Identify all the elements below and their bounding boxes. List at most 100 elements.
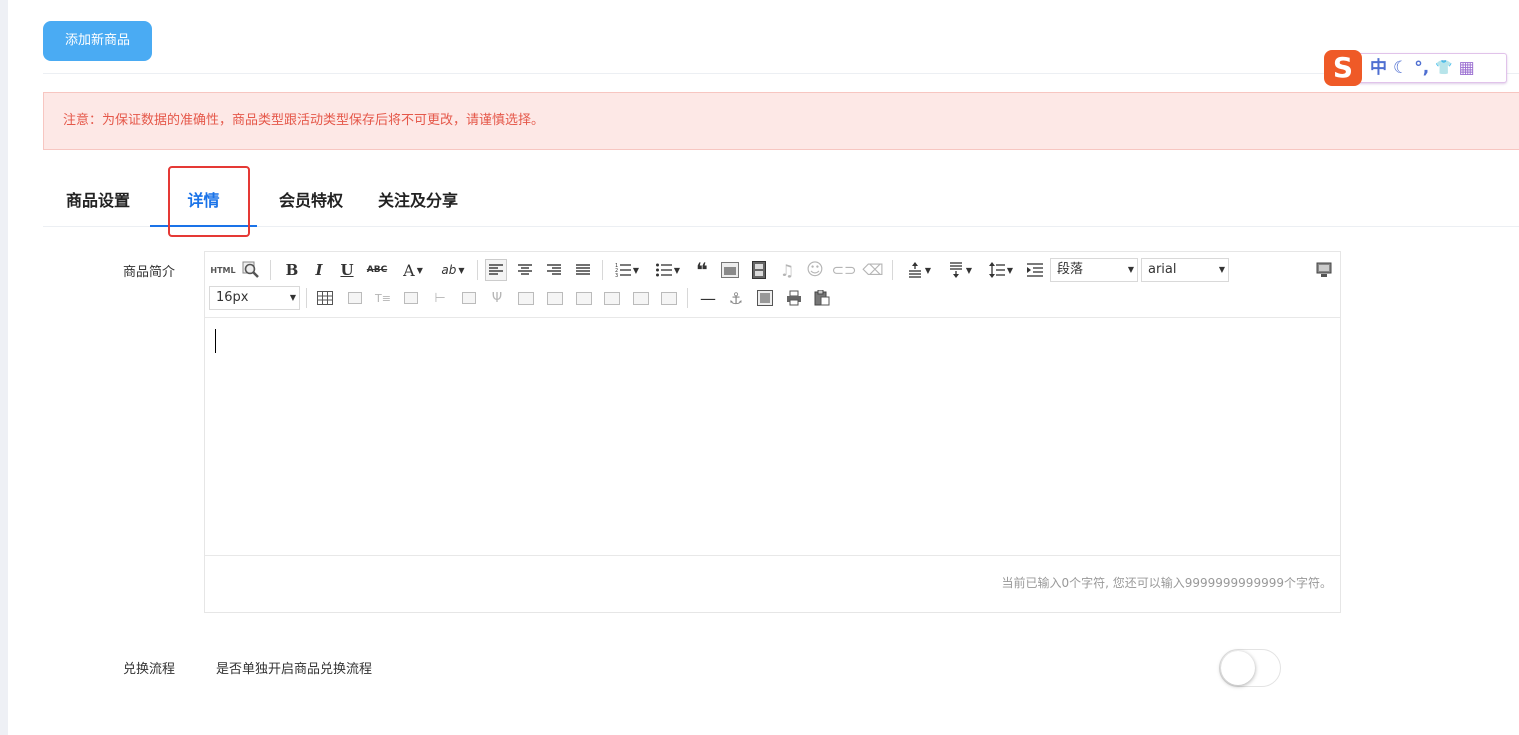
exchange-description: 是否单独开启商品兑换流程 [216,662,373,677]
chevron-down-icon: ▼ [1218,265,1225,274]
delete-table-icon[interactable] [344,287,366,309]
insert-column-icon[interactable] [458,287,480,309]
notice-banner: 注意：为保证数据的准确性，商品类型跟活动类型保存后将不可更改，请谨慎选择。 [43,92,1519,150]
rich-text-editor: HTML B I U ABC A ▼ ab ▼ 1 2 3 ▼ ▼ ❝ ♫ ☺ … [204,251,1341,613]
align-left-icon[interactable] [485,259,507,281]
html-source-icon[interactable]: HTML [210,259,235,281]
delete-column-icon[interactable]: Ψ [486,287,508,309]
emotion-icon[interactable]: ☺ [804,259,826,281]
anchor-icon[interactable]: ⚓ [725,287,747,309]
table-glyph-icon [462,292,476,304]
align-right-icon[interactable] [543,259,565,281]
bold-icon[interactable]: B [282,259,302,281]
editor-toolbar: HTML B I U ABC A ▼ ab ▼ 1 2 3 ▼ ▼ ❝ ♫ ☺ … [205,252,1340,318]
toolbar-separator [602,260,603,280]
tab-follow-share[interactable]: 关注及分享 [375,185,461,227]
row-spacing-bottom-icon[interactable]: ▼ [943,259,977,281]
image-icon[interactable] [719,259,741,281]
split-rows-icon[interactable] [630,287,652,309]
video-icon[interactable] [748,259,770,281]
fullscreen-icon[interactable] [1313,259,1335,281]
intro-label: 商品简介 [123,265,176,280]
align-center-icon[interactable] [514,259,536,281]
text-cursor [215,329,216,353]
italic-icon[interactable]: I [309,259,329,281]
paragraph-format-select[interactable]: 段落 ▼ [1050,258,1138,282]
insert-paragraph-before-table-icon[interactable]: T≡ [372,287,394,309]
row-spacing-top-icon[interactable]: ▼ [902,259,936,281]
table-glyph-icon [661,291,677,305]
ordered-list-icon[interactable]: 1 2 3 ▼ [610,259,644,281]
back-color-label: ab [441,263,457,277]
chevron-down-icon: ▼ [416,265,423,275]
toolbar-separator [892,260,893,280]
merge-down-icon[interactable] [573,287,595,309]
delete-row-icon[interactable]: ⊢ [429,287,451,309]
indent-icon[interactable] [1024,259,1046,281]
merge-right-icon[interactable] [544,287,566,309]
back-color-icon[interactable]: ab ▼ [435,259,471,281]
exchange-flow-toggle[interactable] [1219,649,1281,687]
insert-row-icon[interactable] [400,287,422,309]
insert-table-icon[interactable] [314,287,336,309]
font-color-label: A [403,260,415,280]
paste-plain-icon[interactable] [811,287,833,309]
ime-punctuation-icon[interactable]: °, [1414,53,1429,83]
word-counter: 当前已输入0个字符, 您还可以输入9999999999999个字符。 [1001,576,1332,590]
strikethrough-icon[interactable]: ABC [365,259,389,281]
ime-bar[interactable]: 中 ☾ °, 👕 ▦ [1339,53,1507,83]
svg-text:3: 3 [615,273,618,277]
ime-moon-icon[interactable]: ☾ [1393,53,1408,83]
left-sidebar-edge [0,0,8,735]
font-family-select[interactable]: arial ▼ [1141,258,1229,282]
tab-product-settings[interactable]: 商品设置 [63,185,133,227]
tab-details[interactable]: 详情 [150,185,257,227]
notice-text: 注意：为保证数据的准确性，商品类型跟活动类型保存后将不可更改，请谨慎选择。 [63,113,545,128]
split-cells-icon[interactable] [601,287,623,309]
toolbar-separator [477,260,478,280]
ime-skin-icon[interactable]: 👕 [1435,53,1452,83]
chevron-down-icon: ▼ [924,265,932,275]
font-color-icon[interactable]: A ▼ [396,259,430,281]
table-glyph-icon [348,292,362,304]
insert-frame-icon[interactable] [754,287,776,309]
chevron-down-icon: ▼ [632,265,640,275]
ime-toolbar[interactable]: 中 ☾ °, 👕 ▦ S [1323,50,1509,86]
horizontal-rule-icon[interactable]: — [697,287,719,309]
toolbar-separator [306,288,307,308]
align-justify-icon[interactable] [572,259,594,281]
font-size-value: 16px [216,290,249,305]
preview-icon[interactable] [240,259,262,281]
underline-icon[interactable]: U [337,259,357,281]
link-icon[interactable]: ⊂⊃ [831,259,856,281]
table-glyph-icon [404,292,418,304]
ime-logo-icon[interactable]: S [1324,50,1362,86]
chevron-down-icon: ▼ [965,265,973,275]
editor-content-area[interactable] [205,318,1340,556]
chevron-down-icon: ▼ [1127,265,1134,274]
music-icon[interactable]: ♫ [776,259,798,281]
eraser-icon[interactable]: ⌫ [862,259,884,281]
merge-cells-icon[interactable] [515,287,537,309]
line-height-icon[interactable]: ▼ [984,259,1018,281]
table-glyph-icon [547,291,563,305]
toolbar-separator [270,260,271,280]
print-icon[interactable] [783,287,805,309]
toolbar-separator [687,288,688,308]
table-glyph-icon [604,291,620,305]
ime-toolbox-icon[interactable]: ▦ [1459,53,1475,83]
unordered-list-icon[interactable]: ▼ [651,259,685,281]
header-divider [43,73,1519,74]
add-new-product-button[interactable]: 添加新商品 [43,21,152,61]
tab-bar: 商品设置 详情 会员特权 关注及分享 [43,185,1519,227]
blockquote-icon[interactable]: ❝ [691,258,713,282]
toggle-knob [1221,651,1255,685]
tab-member-privileges[interactable]: 会员特权 [276,185,346,227]
table-glyph-icon [633,291,649,305]
chevron-down-icon: ▼ [289,293,296,302]
chevron-down-icon: ▼ [1006,265,1014,275]
split-columns-icon[interactable] [658,287,680,309]
paragraph-format-value: 段落 [1057,262,1084,277]
font-size-select[interactable]: 16px ▼ [209,286,300,310]
ime-mode-label[interactable]: 中 [1370,53,1387,83]
